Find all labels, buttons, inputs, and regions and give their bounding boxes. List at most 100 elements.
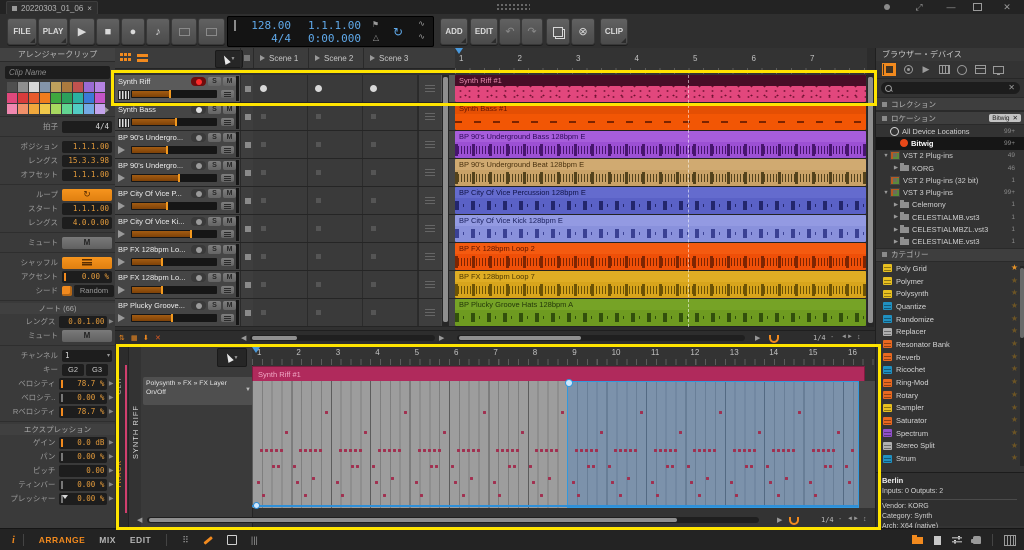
track-row[interactable]: BP 90's Undergro... S M — [115, 131, 455, 159]
note-dot[interactable] — [397, 449, 401, 452]
clip-slot[interactable] — [253, 243, 308, 270]
category-item[interactable]: Polymer ★ — [876, 275, 1024, 288]
clip-slot[interactable] — [253, 103, 308, 130]
value-field[interactable]: 1.1.1.00 — [62, 202, 112, 215]
color-swatch[interactable] — [40, 82, 50, 92]
instruments-tab-icon[interactable] — [938, 64, 950, 75]
arranger-clip[interactable]: BP City Of Vice Kick 128bpm E — [455, 215, 866, 242]
volume-slider[interactable] — [131, 314, 217, 322]
clip-slot[interactable] — [363, 159, 418, 186]
favorite-star-icon[interactable]: ★ — [1011, 415, 1018, 424]
tab-clip[interactable]: CLIP — [116, 375, 123, 395]
snap-magnet-icon[interactable] — [769, 335, 779, 343]
note-dot[interactable] — [698, 449, 701, 452]
note-dot[interactable] — [471, 449, 475, 452]
zoom-horizontal-icon[interactable]: ◄► — [841, 334, 853, 340]
record-arm-button[interactable] — [191, 77, 206, 86]
delete-button[interactable]: ⊗ — [571, 18, 595, 45]
location-item[interactable]: ▶ KORG 46 — [876, 162, 1024, 174]
slot-stop-square[interactable] — [261, 282, 266, 287]
note-dot[interactable] — [382, 494, 386, 497]
clip-slot[interactable] — [253, 215, 308, 242]
note-dot[interactable] — [498, 494, 502, 497]
note-dot[interactable] — [776, 494, 780, 497]
zoom-horizontal-icon[interactable]: ◄► — [847, 516, 859, 522]
category-item[interactable]: Reverb ★ — [876, 351, 1024, 364]
launcher-hscrollbar[interactable] — [250, 335, 435, 341]
note-dot[interactable] — [592, 465, 596, 468]
note-dot[interactable] — [299, 449, 302, 452]
color-swatch[interactable] — [18, 93, 28, 103]
location-item[interactable]: ▶ Celemony 1 — [876, 199, 1024, 211]
note-dot[interactable] — [422, 449, 426, 452]
record-arm-button[interactable] — [191, 189, 206, 198]
note-dot[interactable] — [737, 449, 741, 452]
track-alt-column[interactable] — [418, 159, 441, 186]
record-arm-button[interactable] — [191, 161, 206, 170]
expand-icon[interactable]: ▶ — [107, 408, 115, 415]
color-swatch[interactable] — [62, 104, 72, 114]
favorite-star-icon[interactable]: ★ — [1011, 288, 1018, 297]
tempo-value[interactable]: 128.00 — [243, 19, 291, 32]
note-dot[interactable] — [614, 449, 618, 452]
solo-button[interactable]: S — [208, 245, 221, 254]
color-swatch[interactable] — [73, 93, 83, 103]
note-dot[interactable] — [580, 449, 584, 452]
note-dot[interactable] — [275, 449, 278, 452]
category-item[interactable]: Randomize ★ — [876, 313, 1024, 326]
slot-stop-square[interactable] — [316, 254, 321, 259]
value-field[interactable]: 0.00 % — [59, 450, 108, 463]
slot-stop-square[interactable] — [261, 198, 266, 203]
arranger-clip[interactable]: BP City Of Vice Percussion 128bpm E — [455, 187, 866, 214]
note-dot[interactable] — [469, 477, 473, 480]
arranger-ruler[interactable]: 1 2 3 4 5 6 7 — [455, 48, 867, 76]
close-icon[interactable]: ✕ — [1000, 2, 1014, 12]
solo-button[interactable]: S — [208, 189, 221, 198]
triple-panel-icon[interactable]: ||| — [251, 535, 258, 545]
value-field[interactable]: 4/4 — [62, 120, 112, 133]
follow-icon[interactable]: ⇅ — [119, 334, 125, 342]
expand-icon[interactable]: ▶ — [107, 495, 115, 502]
cancel-icon[interactable]: ✕ — [155, 334, 161, 342]
fullscreen-icon[interactable]: ⤢ — [912, 2, 926, 12]
slot-stop-square[interactable] — [316, 170, 321, 175]
slot-stop-square[interactable] — [371, 282, 376, 287]
note-dot[interactable] — [828, 465, 832, 468]
note-dot[interactable] — [752, 449, 756, 452]
note-dot[interactable] — [561, 411, 565, 414]
piano-panel-icon[interactable] — [1004, 534, 1016, 546]
category-item[interactable]: Rotary ★ — [876, 389, 1024, 402]
favorite-star-icon[interactable]: ★ — [1011, 301, 1018, 310]
expand-icon[interactable]: ▶ — [107, 439, 115, 446]
category-item[interactable]: Spectrum ★ — [876, 427, 1024, 440]
section-collections[interactable]: コレクション — [876, 97, 1024, 111]
note-editor-grid[interactable] — [252, 379, 875, 509]
note-dot[interactable] — [640, 411, 644, 414]
color-swatch[interactable] — [84, 82, 94, 92]
note-dot[interactable] — [651, 481, 654, 484]
volume-slider[interactable] — [131, 258, 217, 266]
clip-slot[interactable] — [308, 299, 363, 326]
color-swatch[interactable] — [51, 93, 61, 103]
note-dot[interactable] — [293, 465, 296, 468]
color-swatch[interactable] — [84, 93, 94, 103]
track-row[interactable]: BP FX 128bpm Lo... S M — [115, 271, 455, 299]
note-dot[interactable] — [417, 449, 421, 452]
value-field[interactable]: 1.1.1.00 — [62, 140, 112, 153]
track-row[interactable]: Synth Bass S M — [115, 103, 455, 131]
slot-stop-square[interactable] — [316, 282, 321, 287]
track-alt-column[interactable] — [418, 131, 441, 158]
note-dot[interactable] — [659, 449, 662, 452]
note-dot[interactable] — [392, 449, 396, 452]
files-tab-icon[interactable] — [974, 64, 986, 75]
note-dot[interactable] — [550, 449, 554, 452]
note-dot[interactable] — [340, 494, 344, 497]
slot-stop-square[interactable] — [371, 198, 376, 203]
note-dot[interactable] — [781, 449, 785, 452]
favorite-star-icon[interactable]: ★ — [1011, 339, 1018, 348]
note-dot[interactable] — [555, 449, 559, 452]
arranger-clip[interactable]: Synth Riff #1 — [455, 75, 866, 102]
note-dot[interactable] — [319, 449, 322, 452]
metronome-icon[interactable]: △ — [373, 33, 379, 42]
audition-icon[interactable]: ▶ — [777, 516, 782, 524]
